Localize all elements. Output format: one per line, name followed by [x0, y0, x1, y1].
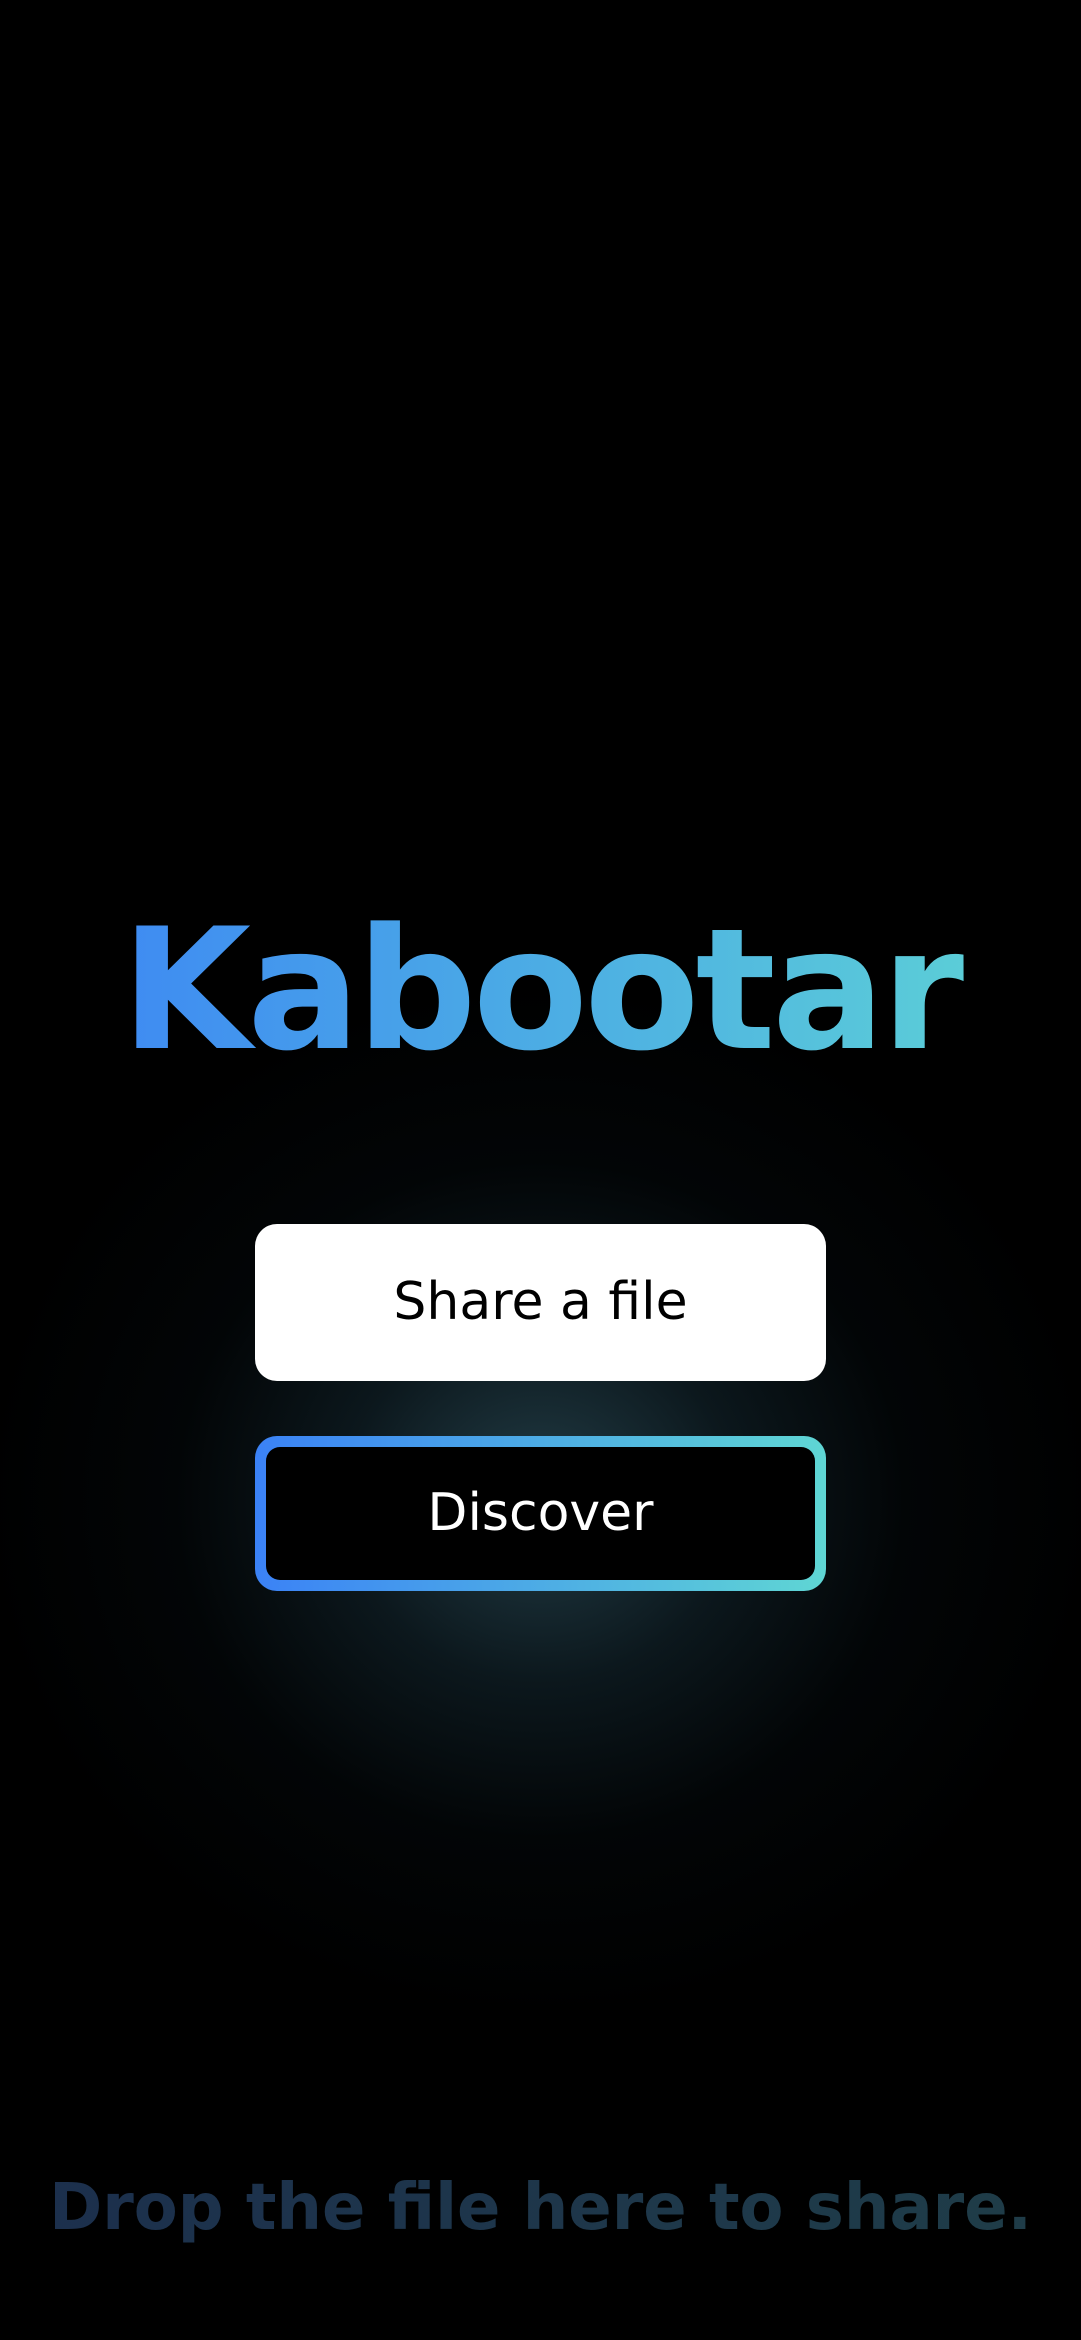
discover-button[interactable]: Discover [255, 1436, 826, 1591]
app-title: Kabootar [0, 890, 1081, 1090]
drop-zone-hint: Drop the file here to share. [0, 2168, 1081, 2248]
share-file-button[interactable]: Share a file [255, 1224, 826, 1381]
discover-button-label: Discover [266, 1447, 815, 1580]
background-glow [0, 0, 1081, 2340]
